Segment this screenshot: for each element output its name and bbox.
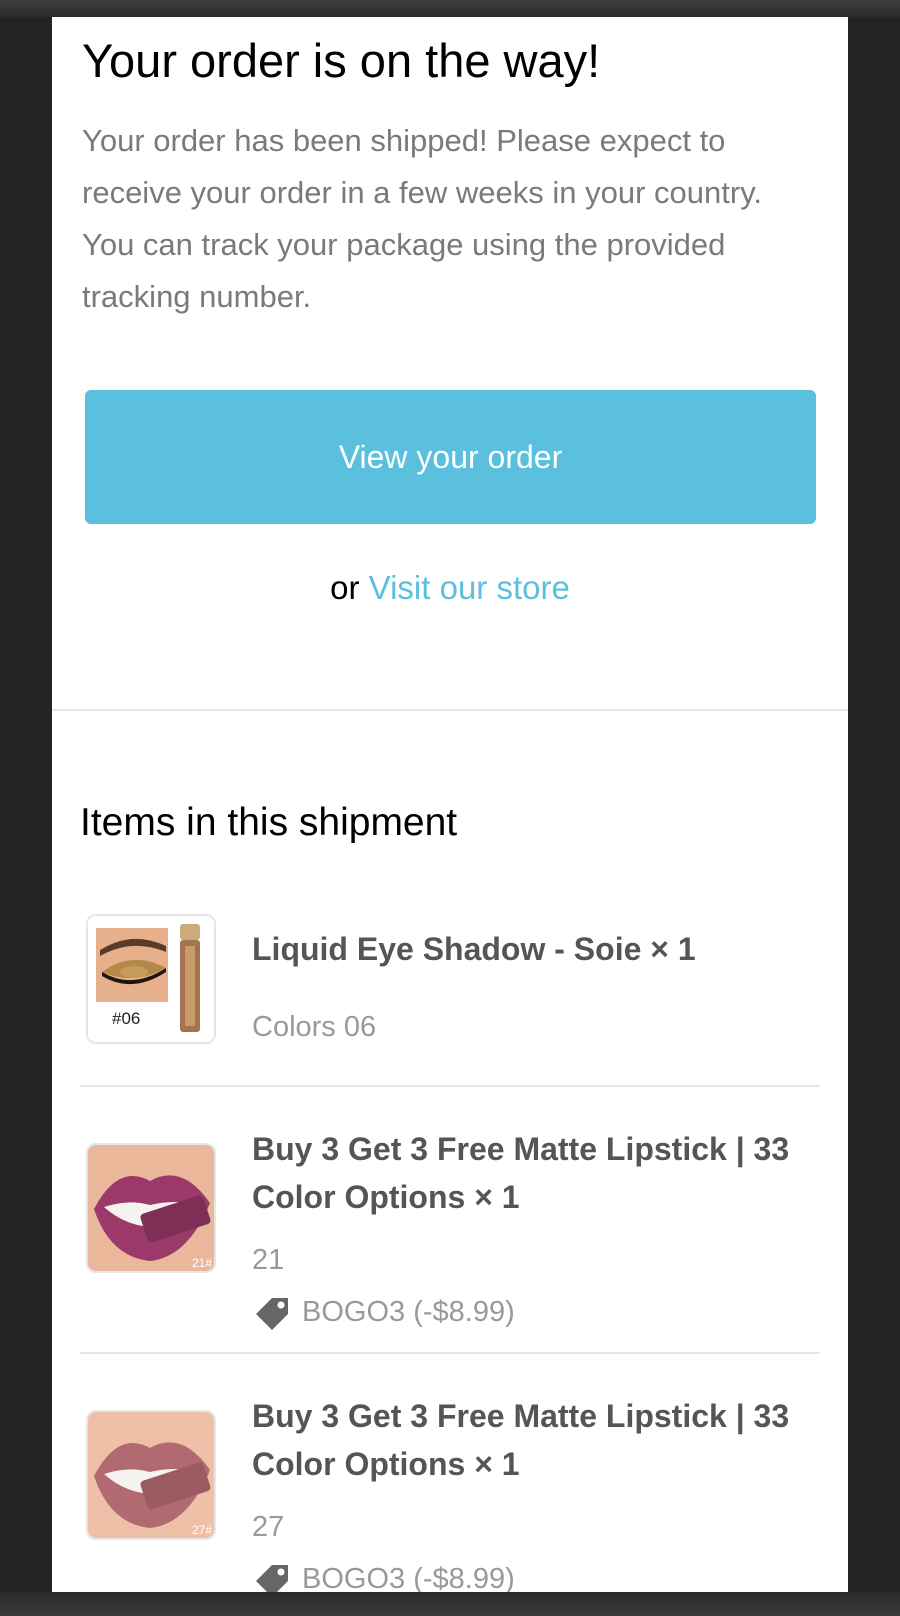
or-text: or: [330, 569, 360, 606]
thumb-label: #06: [112, 1009, 140, 1028]
thumb-label: 27#: [192, 1523, 212, 1537]
shipment-section-title: Items in this shipment: [80, 801, 458, 844]
item-title: Buy 3 Get 3 Free Matte Lipstick | 33 Col…: [252, 1131, 790, 1215]
shipping-message: Your order has been shipped! Please expe…: [82, 123, 763, 314]
item-divider: [80, 1352, 820, 1354]
item-title: Buy 3 Get 3 Free Matte Lipstick | 33 Col…: [252, 1398, 790, 1482]
item-variant: Colors 06: [252, 1011, 377, 1043]
item-variant: 21: [252, 1244, 285, 1276]
page-title: Your order is on the way!: [82, 34, 601, 87]
view-order-button[interactable]: View your order: [85, 390, 816, 524]
email-card: Your order is on the way! Your order has…: [52, 17, 848, 1592]
lipstick-product-image: 27#: [86, 1410, 216, 1540]
lipstick-thumbnail-art: 21#: [88, 1145, 214, 1271]
visit-store-link[interactable]: Visit our store: [369, 569, 570, 606]
discount-text: BOGO3 (-$8.99): [302, 1562, 515, 1593]
lipstick-thumbnail-art: 27#: [88, 1412, 214, 1538]
window-top-edge: [0, 0, 900, 17]
item-variant: 27: [252, 1511, 285, 1543]
item-divider: [80, 1085, 820, 1087]
item-title: Liquid Eye Shadow - Soie × 1: [252, 931, 696, 967]
price-tag-icon: [256, 1565, 288, 1592]
lipstick-product-image: 21#: [86, 1143, 216, 1273]
discount-code: BOGO3 (-$8.99): [252, 1292, 515, 1332]
section-divider: [52, 709, 848, 711]
eyeshadow-product-image: #06: [86, 914, 216, 1044]
price-tag-icon: [256, 1298, 288, 1330]
eyeshadow-thumbnail-art: #06: [88, 916, 214, 1042]
thumb-label: 21#: [192, 1256, 212, 1270]
discount-text: BOGO3 (-$8.99): [302, 1295, 515, 1328]
window-bottom-edge: [0, 1592, 900, 1616]
store-link-line: or Visit our store: [52, 569, 848, 607]
discount-code: BOGO3 (-$8.99): [252, 1559, 515, 1592]
